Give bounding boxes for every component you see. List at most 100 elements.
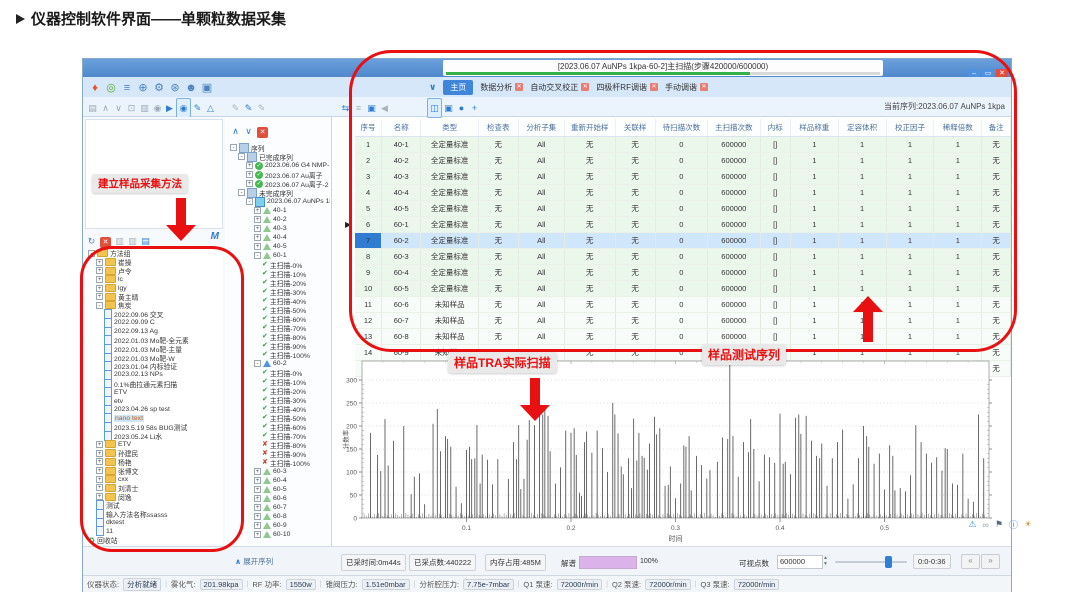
expand-icon[interactable]: + <box>254 216 261 223</box>
status-separator: | <box>695 581 697 588</box>
warning-triangle-icon[interactable]: ⚠ <box>968 519 976 530</box>
expand-sequence-link[interactable]: ∧ 展开序列 <box>235 556 273 567</box>
pencil-add-icon[interactable]: ✎ <box>242 99 255 117</box>
user-icon[interactable]: ☻ <box>183 79 199 97</box>
visible-points-input[interactable]: 600000 <box>777 555 823 569</box>
check-icon: ✔ <box>262 405 268 412</box>
tree-item-label: 60-8 <box>273 513 287 520</box>
chevron-down-icon[interactable]: ∨ <box>112 99 125 117</box>
tree-item[interactable]: +40-2 <box>227 215 330 224</box>
slider-handle[interactable] <box>885 556 892 568</box>
svg-text:0: 0 <box>353 515 357 522</box>
flag-icon[interactable]: ⚑ <box>995 519 1003 530</box>
tree-item-label: 2023.06.07 AuNPs 1kpa <box>267 198 330 205</box>
status-value: 201.98kpa <box>200 579 243 590</box>
collapse-icon[interactable]: - <box>230 144 237 151</box>
status-label: RF 功率: <box>252 579 281 590</box>
pencil-gray-icon[interactable]: ✎ <box>255 99 268 117</box>
tree-item[interactable]: +60-10 <box>227 530 330 539</box>
tree-item[interactable]: +40-5 <box>227 242 330 251</box>
doc-edit-icon[interactable]: ▥ <box>138 99 151 117</box>
expand-icon[interactable]: + <box>254 522 261 529</box>
record-icon[interactable]: ◉ <box>176 98 191 118</box>
gear-icon[interactable]: ⚙ <box>151 79 167 97</box>
expand-icon[interactable]: + <box>254 495 261 502</box>
tree-item[interactable]: -未完成序列 <box>227 188 330 197</box>
chat-icon[interactable]: ▣ <box>199 79 215 97</box>
new-doc-icon[interactable]: ▤ <box>86 99 99 117</box>
annotation-table-label: 样品测试序列 <box>702 344 786 365</box>
check-icon: ✔ <box>262 333 268 340</box>
move-down-icon[interactable]: ∨ <box>242 122 255 140</box>
memory-usage-badge: 内存占用:485M <box>485 554 546 571</box>
expand-icon[interactable]: + <box>254 468 261 475</box>
edit-icon-group: ✎✎✎ <box>229 98 268 117</box>
expand-icon[interactable]: + <box>254 234 261 241</box>
expand-icon[interactable]: + <box>254 477 261 484</box>
move-up-icon[interactable]: ∧ <box>229 122 242 140</box>
tree-item[interactable]: -已完成序列 <box>227 152 330 161</box>
sample-flask-icon <box>263 243 271 250</box>
tree-item[interactable]: +40-1 <box>227 206 330 215</box>
sample-flask-icon <box>263 252 271 259</box>
delete-sequence-icon[interactable]: ✕ <box>257 127 268 138</box>
move-icon[interactable]: ⊕ <box>135 79 151 97</box>
tree-item[interactable]: +40-3 <box>227 224 330 233</box>
app-icon-group: ♦◎≡⊕⚙⊛☻▣ <box>87 78 215 97</box>
collapse-icon[interactable]: - <box>238 189 245 196</box>
expand-icon[interactable]: + <box>254 486 261 493</box>
status-separator: | <box>320 581 322 588</box>
next-page-button[interactable]: » <box>981 554 1000 569</box>
expand-icon[interactable]: + <box>254 513 261 520</box>
monitor-icon[interactable]: ⊡ <box>125 99 138 117</box>
expand-icon[interactable]: + <box>246 180 253 187</box>
chevron-up-icon[interactable]: ∧ <box>99 99 112 117</box>
brightness-icon[interactable]: ☀ <box>1024 519 1032 530</box>
acquisition-footer: ∧ 展开序列 已采时间:0m44s 已采点数:440222 内存占用:485M … <box>83 546 1011 575</box>
link-icon[interactable]: ∞ <box>982 520 988 530</box>
tree-item[interactable]: +40-4 <box>227 233 330 242</box>
expand-icon[interactable]: + <box>254 504 261 511</box>
sample-flask-icon <box>263 234 271 241</box>
flame-icon[interactable]: ♦ <box>87 79 103 97</box>
visible-points-stepper[interactable]: ▲▼ <box>823 555 828 567</box>
tree-item-label: 60-1 <box>273 252 287 259</box>
edit-method-icon[interactable]: ✎ <box>191 99 204 117</box>
expand-icon[interactable]: + <box>254 225 261 232</box>
status-label: Q2 泵速: <box>612 579 641 590</box>
expand-icon[interactable]: + <box>254 207 261 214</box>
time-range-slider[interactable] <box>835 561 907 563</box>
target-icon[interactable]: ◎ <box>103 79 119 97</box>
svg-text:0.1: 0.1 <box>462 525 471 532</box>
status-value: 分析就绪 <box>123 578 161 591</box>
check-icon: ✔ <box>262 288 268 295</box>
status-separator: | <box>165 581 167 588</box>
tree-item-label: 60-7 <box>273 504 287 511</box>
play-icon[interactable]: ▶ <box>163 99 176 117</box>
refresh-icon[interactable]: ↻ <box>85 232 98 250</box>
expand-icon[interactable]: + <box>254 243 261 250</box>
tree-item-label: 60-4 <box>273 477 287 484</box>
tra-signal-chart[interactable]: 0501001502002503000.10.20.30.40.5时间计数率 <box>341 353 1017 545</box>
collapse-icon[interactable]: - <box>238 153 245 160</box>
check-icon: ✔ <box>262 306 268 313</box>
collapse-icon[interactable]: - <box>254 252 261 259</box>
prev-page-button[interactable]: « <box>961 554 980 569</box>
expand-icon[interactable]: + <box>254 531 261 538</box>
collapse-icon[interactable]: - <box>246 198 253 205</box>
collapse-icon[interactable]: - <box>254 360 261 367</box>
annotation-arrow-down2 <box>530 378 540 405</box>
sliders-icon[interactable]: ≡ <box>119 79 135 97</box>
status-separator: | <box>414 581 416 588</box>
tree-item[interactable]: - 2023.06.07 AuNPs 1kpa <box>227 197 330 206</box>
filter-icon[interactable]: M <box>211 231 219 242</box>
completed-icon: ✓ <box>255 171 263 179</box>
expand-icon[interactable]: + <box>246 171 253 178</box>
pencil-icon[interactable]: ✎ <box>229 99 242 117</box>
info-circle-icon[interactable]: ⓘ <box>1009 518 1018 531</box>
expand-icon[interactable]: + <box>246 162 253 169</box>
run-icon-group: ▶◉✎△ <box>163 98 217 118</box>
cluster-icon[interactable]: ⊛ <box>167 79 183 97</box>
status-label: Q1 泵速: <box>523 579 552 590</box>
flask-icon[interactable]: △ <box>204 99 217 117</box>
